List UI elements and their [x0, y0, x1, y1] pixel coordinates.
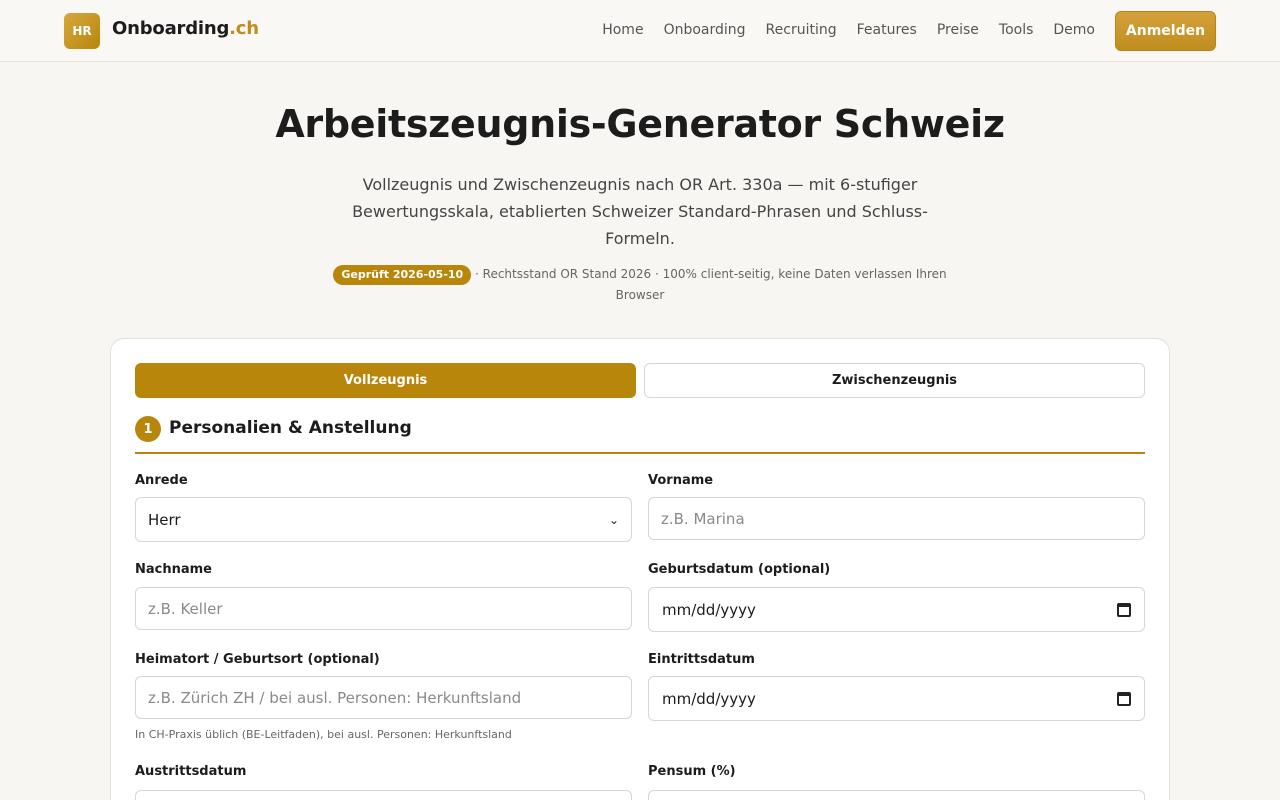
eintritt-label: Eintrittsdatum [648, 652, 755, 667]
geburtsdatum-value: mm/dd/yyyy [662, 600, 756, 619]
nachname-input[interactable] [135, 587, 632, 630]
pensum-label: Pensum (%) [648, 764, 736, 779]
anrede-select[interactable]: Herr ⌄ [135, 497, 632, 542]
nav-link-demo[interactable]: Demo [1053, 22, 1095, 38]
meta-text: · Rechtsstand OR Stand 2026 · 100% clien… [471, 267, 947, 302]
tab-vollzeugnis[interactable]: Vollzeugnis [135, 363, 636, 398]
austritt-label: Austrittsdatum [135, 764, 247, 779]
geburtsdatum-input[interactable]: mm/dd/yyyy [648, 587, 1145, 632]
main-nav: Home Onboarding Recruiting Features Prei… [602, 22, 1095, 38]
vorname-input[interactable] [648, 497, 1145, 540]
calendar-icon[interactable] [1117, 602, 1131, 617]
top-navigation-bar: HR Onboarding.ch Home Onboarding Recruit… [0, 0, 1280, 62]
step-number: 1 [135, 416, 161, 442]
nav-link-tools[interactable]: Tools [999, 22, 1034, 38]
nav-link-home[interactable]: Home [602, 22, 643, 38]
meta-info: Geprüft 2026-05-10 · Rechtsstand OR Stan… [330, 264, 950, 306]
eintritt-input[interactable]: mm/dd/yyyy [648, 676, 1145, 721]
nachname-label: Nachname [135, 562, 213, 577]
section-header: 1 Personalien & Anstellung [135, 416, 1145, 454]
eintritt-value: mm/dd/yyyy [662, 689, 756, 708]
calendar-icon[interactable] [1117, 691, 1131, 706]
austritt-input[interactable] [135, 790, 632, 800]
anrede-label: Anrede [135, 473, 188, 488]
heimatort-label: Heimatort / Geburtsort (optional) [135, 652, 380, 667]
verified-badge: Geprüft 2026-05-10 [333, 265, 472, 285]
nav-link-onboarding[interactable]: Onboarding [664, 22, 746, 38]
pensum-input[interactable] [648, 790, 1145, 800]
geburtsdatum-label: Geburtsdatum (optional) [648, 562, 831, 577]
vorname-label: Vorname [648, 473, 714, 488]
site-logo[interactable]: Onboarding.ch [112, 18, 259, 39]
page-title: Arbeitszeugnis-Generator Schweiz [275, 102, 1005, 146]
generator-card: Vollzeugnis Zwischenzeugnis 1 Personalie… [110, 338, 1170, 800]
nav-link-recruiting[interactable]: Recruiting [766, 22, 837, 38]
heimatort-input[interactable] [135, 676, 632, 719]
logo-name: Onboarding [112, 18, 230, 39]
nav-link-preise[interactable]: Preise [937, 22, 979, 38]
section-title: Personalien & Anstellung [169, 418, 412, 438]
heimatort-hint: In CH-Praxis üblich (BE-Leitfaden), bei … [135, 728, 512, 741]
tab-zwischenzeugnis[interactable]: Zwischenzeugnis [644, 363, 1145, 398]
nav-link-features[interactable]: Features [857, 22, 917, 38]
login-button[interactable]: Anmelden [1115, 11, 1216, 51]
logo-tld: .ch [229, 18, 259, 39]
chevron-down-icon: ⌄ [608, 512, 619, 527]
page-subtitle: Vollzeugnis und Zwischenzeugnis nach OR … [352, 175, 928, 248]
anrede-value: Herr [148, 510, 181, 529]
logo-icon[interactable]: HR [64, 13, 100, 49]
